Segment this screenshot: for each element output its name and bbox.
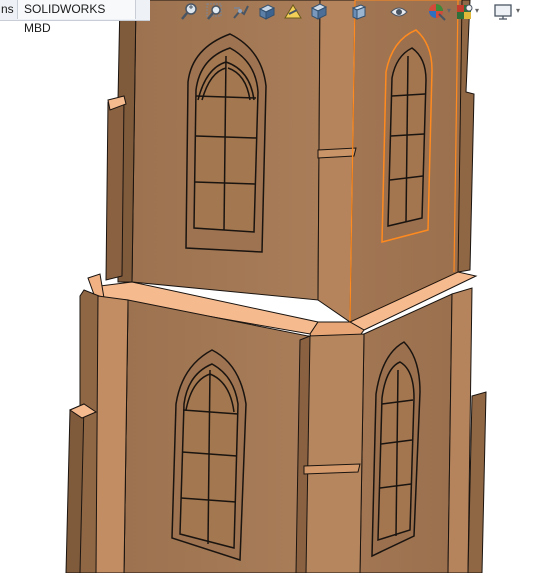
edit-appearance-icon[interactable] (426, 1, 448, 23)
tower-model[interactable] (0, 0, 556, 573)
pilaster-offset (317, 147, 357, 159)
view-settings-icon[interactable] (492, 1, 514, 23)
lower-right-buttress (447, 287, 473, 573)
lower-pilaster-offset (303, 463, 361, 475)
command-manager-tabs: ns SOLIDWORKS MBD (0, 0, 150, 35)
apply-scene-icon[interactable] (454, 1, 476, 23)
chevron-down-icon[interactable]: ▾ (516, 6, 524, 15)
chevron-down-icon[interactable]: ▾ (475, 6, 483, 15)
lower-center-pilaster (301, 333, 365, 573)
dynamic-annotation-views-icon[interactable] (282, 1, 304, 23)
hide-show-items-icon[interactable] (388, 1, 410, 23)
view-orientation-icon[interactable] (308, 1, 330, 23)
zoom-to-fit-icon[interactable] (178, 1, 200, 23)
graphics-viewport[interactable] (0, 0, 556, 573)
upper-left-buttress-step (105, 97, 125, 281)
tab-partial[interactable]: ns (0, 0, 18, 19)
lower-right-buttress-step (467, 391, 487, 573)
display-style-icon[interactable] (348, 1, 370, 23)
zoom-to-area-icon[interactable] (204, 1, 226, 23)
lower-left-buttress-face (95, 295, 129, 573)
section-view-icon[interactable] (256, 1, 278, 23)
tab-solidworks-mbd[interactable]: SOLIDWORKS MBD (18, 0, 136, 35)
upper-center-pilaster (317, 0, 356, 323)
previous-view-icon[interactable] (230, 1, 252, 23)
heads-up-view-toolbar: ▾ ▾ ▾ (172, 0, 556, 24)
